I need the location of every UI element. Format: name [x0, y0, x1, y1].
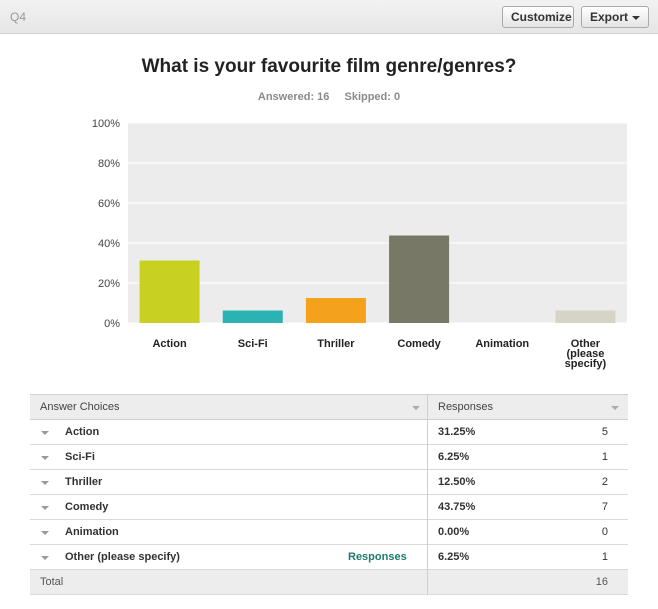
row-count: 5	[601, 426, 608, 438]
total-label: Total	[40, 576, 64, 588]
total-count: 16	[595, 576, 608, 588]
row-choice: Thriller	[65, 476, 103, 488]
bar-chart: 0% 20% 40% 60% 80% 100% Action Sci-Fi Thriller Co…	[92, 118, 627, 370]
category-label: specify)	[565, 358, 607, 370]
customize-button[interactable]: Customize	[502, 6, 574, 28]
question-title: What is your favourite film genre/genres…	[141, 56, 517, 77]
table-row: Sci-Fi 6.25% 1	[30, 445, 628, 470]
expand-row-icon[interactable]	[41, 481, 49, 485]
table-row: Other (please specify) Responses 6.25% 1	[30, 545, 628, 570]
column-divider	[427, 545, 428, 570]
column-divider	[427, 445, 428, 470]
column-divider	[427, 495, 428, 520]
question-toolbar: Q4 Customize Export	[0, 0, 658, 34]
expand-row-icon[interactable]	[41, 431, 49, 435]
row-percent: 6.25%	[438, 451, 470, 463]
table-row: Animation 0.00% 0	[30, 520, 628, 545]
responses-link[interactable]: Responses	[348, 545, 407, 570]
table-total-row: Total 16	[30, 570, 628, 595]
row-percent: 6.25%	[438, 551, 470, 563]
column-divider	[427, 395, 428, 420]
row-count: 1	[601, 451, 608, 463]
skipped-count: Skipped: 0	[344, 91, 401, 103]
category-label: Animation	[475, 338, 529, 350]
bar[interactable]	[555, 310, 616, 324]
row-percent: 31.25%	[438, 426, 476, 438]
row-choice: Action	[65, 426, 100, 438]
y-tick-label: 0%	[104, 318, 120, 330]
chevron-down-icon	[632, 16, 640, 20]
category-label: Sci-Fi	[238, 338, 268, 350]
row-count: 0	[601, 526, 608, 538]
plot-area	[128, 123, 627, 323]
row-choice: Sci-Fi	[65, 451, 95, 463]
expand-row-icon[interactable]	[41, 531, 49, 535]
bar[interactable]	[389, 235, 450, 324]
header-responses: Responses	[438, 401, 494, 413]
y-tick-label: 40%	[98, 238, 120, 250]
answered-count: Answered: 16	[257, 91, 330, 103]
row-percent: 12.50%	[438, 476, 476, 488]
table-header: Answer Choices Responses	[30, 395, 628, 420]
expand-row-icon[interactable]	[41, 556, 49, 560]
category-label: Action	[152, 338, 187, 350]
row-choice: Other (please specify)	[65, 551, 180, 563]
row-percent: 43.75%	[438, 501, 476, 513]
header-answer-choices: Answer Choices	[40, 401, 120, 413]
response-stats: Answered: 16 Skipped: 0	[0, 91, 658, 103]
table-row: Thriller 12.50% 2	[30, 470, 628, 495]
category-label: Thriller	[317, 338, 355, 350]
export-button-label: Export	[590, 10, 629, 24]
row-choice: Comedy	[65, 501, 109, 513]
sort-responses-icon[interactable]	[611, 406, 619, 410]
y-tick-label: 100%	[92, 118, 120, 130]
y-tick-label: 20%	[98, 278, 120, 290]
column-divider	[427, 520, 428, 545]
expand-row-icon[interactable]	[41, 456, 49, 460]
column-divider	[427, 570, 428, 595]
row-choice: Animation	[65, 526, 119, 538]
question-number: Q4	[10, 10, 27, 24]
bar[interactable]	[305, 298, 366, 323]
row-count: 2	[601, 476, 608, 488]
y-tick-label: 60%	[98, 198, 120, 210]
row-percent: 0.00%	[438, 526, 470, 538]
column-divider	[427, 470, 428, 495]
results-table: Answer Choices Responses Action 31.25% 5 Sc…	[30, 394, 628, 595]
row-count: 1	[601, 551, 608, 563]
table-row: Action 31.25% 5	[30, 420, 628, 445]
bar[interactable]	[139, 260, 200, 324]
column-divider	[427, 420, 428, 445]
export-button[interactable]: Export	[581, 6, 649, 28]
row-count: 7	[601, 501, 608, 513]
sort-choices-icon[interactable]	[412, 406, 420, 410]
bar[interactable]	[222, 310, 283, 324]
category-label: Comedy	[397, 338, 441, 350]
expand-row-icon[interactable]	[41, 506, 49, 510]
table-row: Comedy 43.75% 7	[30, 495, 628, 520]
y-tick-label: 80%	[98, 158, 120, 170]
table-body: Action 31.25% 5 Sci-Fi 6.25% 1 Thriller 12.50% 2…	[30, 420, 628, 570]
